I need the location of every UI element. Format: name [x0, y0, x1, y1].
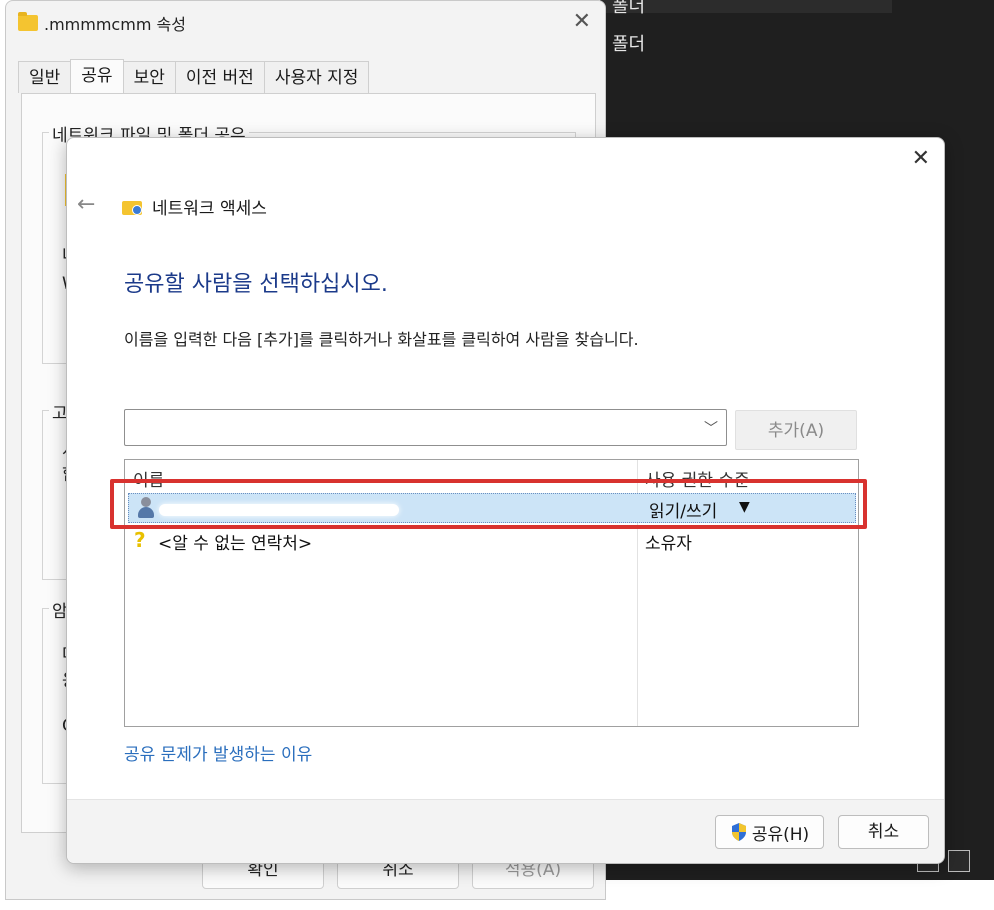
dialog-cancel-button[interactable]: 취소 [838, 815, 929, 849]
properties-title: .mmmmcmm 속성 [44, 15, 186, 34]
column-header-name[interactable]: 이름 [133, 466, 164, 491]
chevron-down-icon[interactable]: ﹀ [704, 418, 718, 438]
back-arrow-icon[interactable]: ← [77, 192, 95, 217]
properties-title-bar: .mmmmcmm 속성 [18, 11, 186, 35]
tab-security[interactable]: 보안 [122, 61, 176, 93]
table-row[interactable]: ? <알 수 없는 연락처> 소유자 [128, 526, 856, 556]
share-button-label: 공유(H) [751, 824, 810, 845]
tab-general[interactable]: 일반 [18, 61, 72, 93]
share-user-list[interactable]: 이름 사용 권한 수준 읽기/쓰기 ▼ ? <알 수 없는 연락처> 소유자 [124, 459, 859, 727]
dialog-close-icon[interactable]: ✕ [912, 146, 930, 171]
properties-tabs: 일반 공유 보안 이전 버전 사용자 지정 [18, 59, 370, 93]
background-text-2[interactable]: 폴더 [612, 30, 645, 56]
share-button[interactable]: 공유(H) [715, 815, 824, 849]
background-text-1: 폴더 [612, 0, 646, 17]
tab-sharing[interactable]: 공유 [70, 59, 124, 93]
dialog-header: 네트워크 액세스 [122, 194, 267, 219]
dialog-header-title: 네트워크 액세스 [152, 199, 267, 219]
tab-previous-versions[interactable]: 이전 버전 [174, 61, 265, 93]
user-icon [137, 497, 155, 519]
uac-shield-icon [731, 823, 746, 841]
add-button: 추가(A) [735, 410, 857, 450]
row-2-permission: 소유자 [645, 534, 692, 554]
dialog-instruction: 이름을 입력한 다음 [추가]를 클릭하거나 화살표를 클릭하여 사람을 찾습니… [124, 330, 639, 349]
network-access-dialog: ✕ ← 네트워크 액세스 공유할 사람을 선택하십시오. 이름을 입력한 다음 … [66, 137, 945, 864]
permission-dropdown-arrow-icon[interactable]: ▼ [739, 499, 750, 515]
row-2-name: <알 수 없는 연락처> [158, 534, 313, 554]
redacted-name [159, 504, 399, 516]
network-folder-icon [122, 198, 144, 216]
background-corner-button-2[interactable] [948, 850, 970, 872]
dialog-footer: 공유(H) 취소 [67, 799, 944, 863]
properties-close-icon[interactable]: ✕ [573, 9, 591, 34]
folder-icon [18, 12, 38, 31]
sharing-help-link[interactable]: 공유 문제가 발생하는 이유 [124, 740, 312, 765]
dialog-heading: 공유할 사람을 선택하십시오. [124, 272, 388, 297]
column-header-permission[interactable]: 사용 권한 수준 [645, 466, 750, 491]
tab-customize[interactable]: 사용자 지정 [263, 61, 370, 93]
user-name-combobox[interactable]: ﹀ [124, 409, 727, 446]
unknown-contact-icon: ? [134, 528, 146, 552]
table-row[interactable]: 읽기/쓰기 ▼ [128, 493, 856, 523]
row-1-permission[interactable]: 읽기/쓰기 [649, 497, 717, 522]
